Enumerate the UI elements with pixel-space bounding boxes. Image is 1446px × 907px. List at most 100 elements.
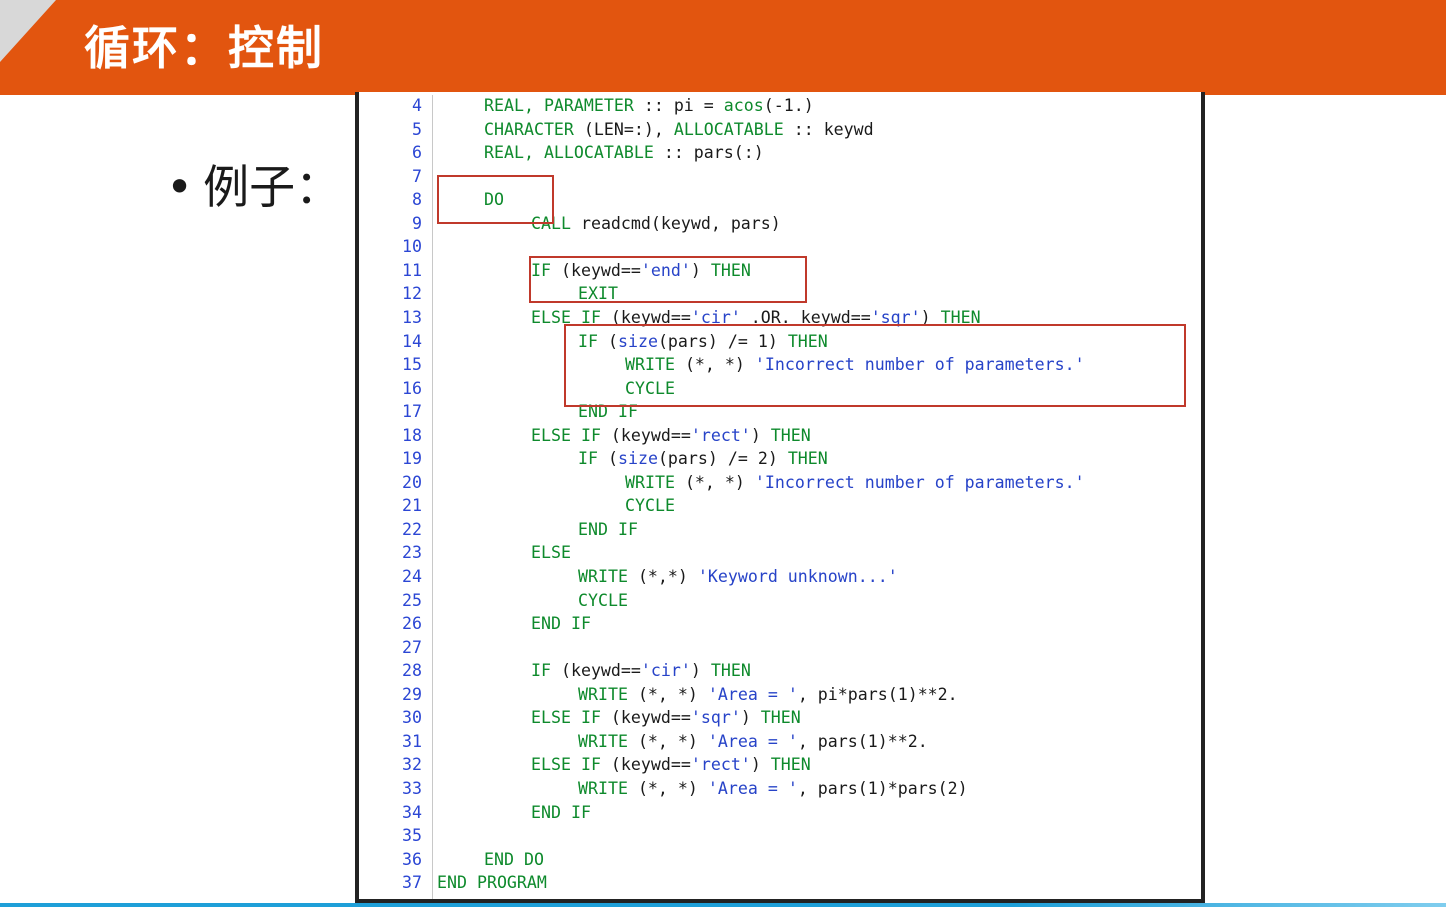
code-keyword: THEN <box>770 425 811 445</box>
code-line: 26 END IF <box>0 612 1446 635</box>
code-string: 'Area = ' <box>707 731 798 751</box>
code-token: (keywd== <box>550 661 641 681</box>
code-token: :: pars(:) <box>653 143 764 163</box>
code-text: CYCLE <box>625 494 675 517</box>
code-line: 23 ELSE <box>0 541 1446 564</box>
code-keyword: WRITE <box>578 684 628 704</box>
code-text: WRITE (*, *) 'Area = ', pars(1)*pars(2) <box>578 777 968 800</box>
line-number: 29 <box>402 684 422 704</box>
code-token: , pars(1)*pars(2) <box>797 778 968 798</box>
code-text: ELSE IF (keywd=='rect') THEN <box>531 753 811 776</box>
code-keyword: WRITE <box>578 567 628 586</box>
line-number: 28 <box>402 661 422 681</box>
code-string: 'Keyword unknown...' <box>697 567 898 586</box>
code-keyword: THEN <box>787 449 828 469</box>
code-string: 'rect' <box>690 755 751 775</box>
line-number: 12 <box>402 284 422 304</box>
code-line: 27 <box>0 636 1446 659</box>
cycle-highlight-box <box>564 324 1186 407</box>
code-text: CHARACTER (LEN=:), ALLOCATABLE :: keywd <box>484 118 874 141</box>
code-text: WRITE (*,*) 'Keyword unknown...' <box>578 565 898 588</box>
code-token: (*, *) <box>627 684 708 704</box>
line-number: 25 <box>402 590 422 610</box>
line-number: 23 <box>402 543 422 563</box>
code-token: (*, *) <box>627 731 708 751</box>
code-token: (*, *) <box>674 472 755 492</box>
bottom-progress-bar <box>0 903 1446 907</box>
code-text: WRITE (*, *) 'Area = ', pi*pars(1)**2. <box>578 683 958 706</box>
code-text: END IF <box>531 801 591 824</box>
code-token: , pars(1)**2. <box>797 731 928 751</box>
code-string: 'Area = ' <box>707 684 798 704</box>
code-line: 21 CYCLE <box>0 494 1446 517</box>
line-number: 31 <box>402 731 422 751</box>
line-number: 9 <box>412 213 422 233</box>
code-text: END DO <box>484 848 544 871</box>
do-highlight-box <box>437 175 554 224</box>
code-line: 10 <box>0 235 1446 258</box>
code-token: ) <box>740 708 761 728</box>
code-token: (-1.) <box>763 96 814 115</box>
exit-highlight-box <box>529 256 807 303</box>
code-token: ) <box>750 755 771 775</box>
code-line: 29 WRITE (*, *) 'Area = ', pi*pars(1)**2. <box>0 683 1446 706</box>
line-number: 14 <box>402 331 422 351</box>
line-number: 16 <box>402 378 422 398</box>
code-keyword: ALLOCATABLE <box>673 119 784 139</box>
code-keyword: CYCLE <box>578 590 628 610</box>
code-text: END PROGRAM <box>437 871 547 894</box>
code-token: (keywd== <box>600 708 691 728</box>
code-string: 'Incorrect number of parameters.' <box>754 472 1085 492</box>
code-text: END IF <box>531 612 591 635</box>
line-number: 6 <box>412 143 422 163</box>
code-string: size <box>617 449 658 469</box>
line-number: 11 <box>402 260 422 280</box>
code-line: 6 REAL, ALLOCATABLE :: pars(:) <box>0 141 1446 164</box>
code-text: REAL, PARAMETER :: pi = acos(-1.) <box>484 94 814 117</box>
code-line: 34 END IF <box>0 801 1446 824</box>
code-line: 28 IF (keywd=='cir') THEN <box>0 659 1446 682</box>
code-listing: 4 REAL, PARAMETER :: pi = acos(-1.) 5 CHARA… <box>0 0 1446 907</box>
code-text: END IF <box>578 518 638 541</box>
code-keyword: END PROGRAM <box>437 873 547 893</box>
code-string: 'rect' <box>690 425 751 445</box>
code-text: IF (size(pars) /= 2) THEN <box>578 447 828 470</box>
code-line: 22 END IF <box>0 518 1446 541</box>
line-number: 22 <box>402 519 422 539</box>
code-line: 35 <box>0 824 1446 847</box>
code-line: 25 CYCLE <box>0 589 1446 612</box>
code-string: 'Area = ' <box>707 778 798 798</box>
code-line: 32 ELSE IF (keywd=='rect') THEN <box>0 753 1446 776</box>
code-keyword: ELSE IF <box>531 708 601 728</box>
code-line: 24 WRITE (*,*) 'Keyword unknown...' <box>0 565 1446 588</box>
line-number: 20 <box>402 472 422 492</box>
line-number: 35 <box>402 826 422 846</box>
line-number: 27 <box>402 637 422 657</box>
code-keyword: WRITE <box>578 731 628 751</box>
line-number: 15 <box>402 355 422 375</box>
code-text: IF (keywd=='cir') THEN <box>531 659 751 682</box>
line-number: 33 <box>402 778 422 798</box>
code-keyword: CHARACTER <box>484 119 574 139</box>
code-token: ) <box>750 425 771 445</box>
code-keyword: END DO <box>484 849 544 869</box>
line-number: 24 <box>402 567 422 586</box>
code-token: , pi*pars(1)**2. <box>797 684 958 704</box>
code-keyword: ELSE IF <box>531 755 601 775</box>
code-line: 7 <box>0 165 1446 188</box>
code-keyword: CYCLE <box>625 496 675 516</box>
line-number: 7 <box>412 166 422 186</box>
code-token: ) <box>690 661 711 681</box>
code-token: (keywd== <box>600 755 691 775</box>
code-text: WRITE (*, *) 'Incorrect number of parame… <box>625 471 1085 494</box>
code-text: REAL, ALLOCATABLE :: pars(:) <box>484 141 764 164</box>
line-number: 37 <box>402 873 422 893</box>
line-number: 32 <box>402 755 422 775</box>
line-number: 4 <box>412 96 422 115</box>
line-number: 8 <box>412 190 422 210</box>
code-keyword: acos <box>723 96 764 115</box>
code-token: (pars) /= 2) <box>657 449 788 469</box>
code-line: 30 ELSE IF (keywd=='sqr') THEN <box>0 706 1446 729</box>
code-token: (keywd== <box>600 425 691 445</box>
code-line: 20 WRITE (*, *) 'Incorrect number of para… <box>0 471 1446 494</box>
